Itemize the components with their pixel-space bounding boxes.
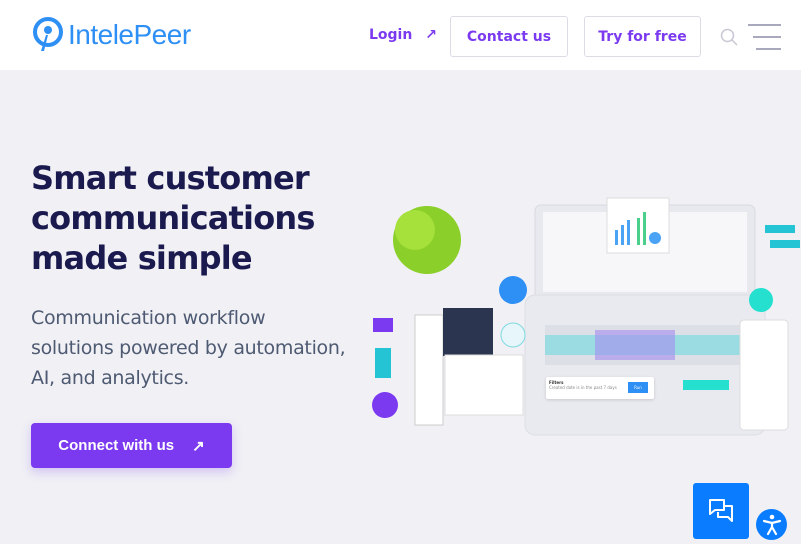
chat-bubbles-icon	[709, 499, 733, 522]
contact-us-button[interactable]: Contact us	[450, 16, 568, 57]
search-icon[interactable]	[720, 28, 738, 46]
cta-label: Connect with us	[58, 437, 175, 454]
filters-card: Filters Created date is in the past 7 da…	[546, 377, 654, 399]
logo-text: IntelePeer	[68, 19, 191, 50]
run-button: Run	[628, 382, 648, 393]
logo[interactable]: IntelePeer	[30, 17, 191, 53]
arrow-up-right-icon: ↗	[192, 437, 205, 455]
hero-headline: Smart customer communications made simpl…	[31, 159, 315, 277]
arrow-up-right-icon: ↗	[425, 27, 437, 43]
hero-subtitle: Communication workflow solutions powered…	[31, 307, 346, 389]
hamburger-menu-icon[interactable]	[748, 24, 781, 60]
waveform	[545, 325, 745, 365]
hero-illustration	[372, 197, 800, 436]
accessibility-button[interactable]	[756, 509, 787, 540]
try-for-free-button[interactable]: Try for free	[584, 16, 701, 57]
login-label: Login	[369, 27, 413, 43]
connect-with-us-button[interactable]: Connect with us ↗	[31, 423, 232, 468]
logo-icon	[33, 17, 63, 51]
site-header: IntelePeer Login ↗ Contact us Try for fr…	[0, 0, 801, 70]
accessibility-icon	[762, 514, 781, 535]
login-link[interactable]: Login ↗	[369, 27, 437, 43]
chat-widget-button[interactable]	[693, 483, 749, 539]
